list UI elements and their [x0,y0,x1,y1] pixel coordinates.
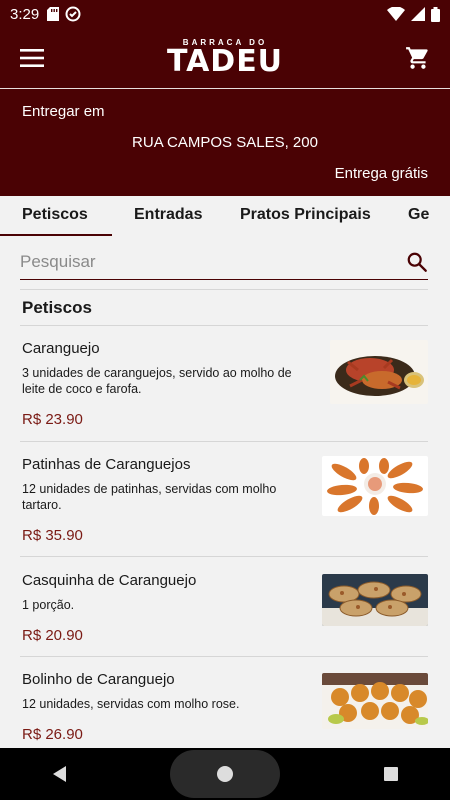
crab-dish-image [330,340,428,404]
search-bar [20,244,428,280]
delivery-fee-text: Entrega grátis [334,165,428,182]
divider [20,656,428,657]
list-item[interactable]: Bolinho de Caranguejo 12 unidades, servi… [22,671,428,747]
list-item[interactable]: Caranguejo 3 unidades de caranguejos, se… [22,340,428,440]
item-description: 12 unidades de patinhas, servidas com mo… [22,482,277,512]
wifi-icon [387,7,405,21]
status-time: 3:29 [10,5,40,23]
tab-ge[interactable]: Ge [406,196,429,236]
item-price: R$ 23.90 [22,411,83,428]
list-item[interactable]: Casquinha de Caranguejo 1 porção. R$ 20.… [22,572,428,656]
crab-balls-image [322,673,428,729]
section-title: Petiscos [22,298,92,317]
divider [20,325,428,326]
recents-icon[interactable] [383,766,399,782]
item-price: R$ 35.90 [22,527,83,544]
tab-petiscos[interactable]: Petiscos [0,196,112,236]
data-saver-icon [65,6,81,22]
search-input[interactable] [20,251,406,272]
brand-logo-big: TADEU [166,44,284,79]
tab-pratos-principais[interactable]: Pratos Principais [226,196,406,236]
cart-button[interactable] [402,42,434,74]
item-price: R$ 26.90 [22,726,83,743]
sd-card-icon [47,7,60,21]
hamburger-menu-icon [20,49,44,67]
item-description: 3 unidades de caranguejos, servido ao mo… [22,366,292,396]
delivery-panel[interactable]: Entregar em RUA CAMPOS SALES, 200 Entreg… [0,88,450,196]
delivery-label: Entregar em [22,103,105,120]
crab-shells-image [322,574,428,626]
divider [20,556,428,557]
shopping-cart-icon [406,47,428,69]
item-description: 1 porção. [22,598,75,612]
status-bar: 3:29 [0,0,450,28]
menu-button[interactable] [16,42,48,74]
divider [20,289,428,290]
item-description: 12 unidades, servidas com molho rose. [22,697,240,711]
crab-claws-image [322,456,428,516]
signal-icon [411,7,425,21]
back-icon[interactable] [51,765,67,783]
tab-entradas[interactable]: Entradas [112,196,226,236]
divider [20,441,428,442]
delivery-address[interactable]: RUA CAMPOS SALES, 200 [22,134,428,151]
battery-icon [431,6,440,22]
list-item[interactable]: Patinhas de Caranguejos 12 unidades de p… [22,456,428,556]
brand-logo: BARRACA DO TADEU [167,39,283,77]
category-tabs: Petiscos Entradas Pratos Principais Ge [0,196,450,236]
home-icon [216,766,233,782]
system-navigation-bar [0,748,450,800]
app-bar: BARRACA DO TADEU [0,28,450,88]
item-price: R$ 20.90 [22,627,83,644]
home-button[interactable] [169,750,280,798]
search-icon[interactable] [406,251,428,273]
